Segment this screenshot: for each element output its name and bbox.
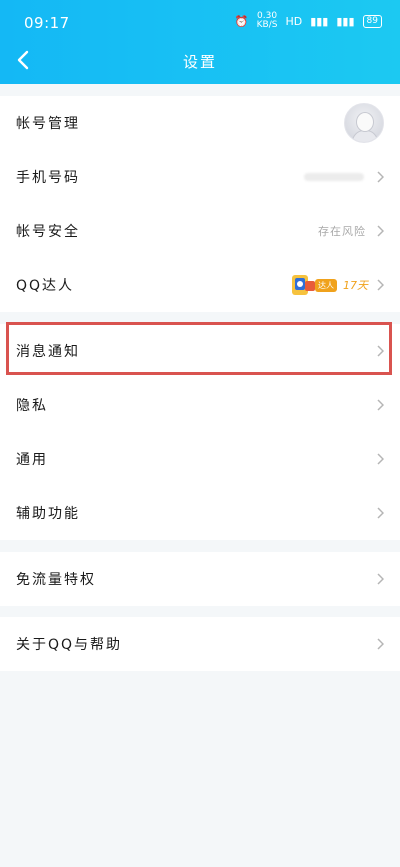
daren-days: 17天: [343, 279, 368, 292]
signal-icon-2: ▮▮▮: [336, 14, 355, 28]
chevron-right-icon: [377, 453, 384, 465]
settings-group-general: 消息通知 隐私 通用 辅助功能: [0, 324, 400, 540]
row-account-security[interactable]: 帐号安全 存在风险: [0, 204, 400, 258]
row-qq-daren[interactable]: QQ达人 达人 17天: [0, 258, 400, 312]
settings-group-data: 免流量特权: [0, 552, 400, 606]
row-accessibility[interactable]: 辅助功能: [0, 486, 400, 540]
row-label: 消息通知: [16, 344, 80, 360]
hd-indicator: HD: [285, 14, 303, 28]
chevron-right-icon: [377, 225, 384, 237]
row-label: 关于QQ与帮助: [16, 637, 123, 653]
chevron-right-icon: [377, 638, 384, 650]
row-about-help[interactable]: 关于QQ与帮助: [0, 617, 400, 671]
chevron-right-icon: [377, 279, 384, 291]
phone-number-masked: [304, 173, 364, 181]
row-free-data-privilege[interactable]: 免流量特权: [0, 552, 400, 606]
battery-icon: 89: [362, 14, 382, 28]
nav-bar: 设置: [0, 44, 400, 84]
row-label: 手机号码: [16, 170, 80, 186]
status-bar: 09:17 ⏰ 0.30 KB/S HD ▮▮▮ ▮▮▮ 89: [0, 0, 400, 44]
avatar[interactable]: [344, 103, 384, 143]
row-label: 通用: [16, 452, 48, 468]
settings-group-account: 帐号管理 手机号码 帐号安全 存在风险 QQ达人 达人 17天: [0, 96, 400, 312]
row-phone-number[interactable]: 手机号码: [0, 150, 400, 204]
row-label: 帐号安全: [16, 224, 80, 240]
status-time: 09:17: [24, 14, 70, 32]
daren-badge: 达人 17天: [289, 273, 368, 297]
alarm-icon: ⏰: [234, 14, 249, 28]
chevron-right-icon: [377, 573, 384, 585]
row-label: QQ达人: [16, 278, 75, 294]
row-label: 免流量特权: [16, 572, 96, 588]
row-message-notification[interactable]: 消息通知: [0, 324, 400, 378]
row-general[interactable]: 通用: [0, 432, 400, 486]
app-header: 09:17 ⏰ 0.30 KB/S HD ▮▮▮ ▮▮▮ 89 设置: [0, 0, 400, 84]
signal-icon: ▮▮▮: [310, 14, 329, 28]
chevron-right-icon: [377, 399, 384, 411]
status-icons: ⏰ 0.30 KB/S HD ▮▮▮ ▮▮▮ 89: [235, 12, 382, 30]
chevron-right-icon: [377, 345, 384, 357]
chevron-right-icon: [377, 171, 384, 183]
row-label: 帐号管理: [16, 116, 80, 132]
daren-medal-icon: [292, 275, 315, 295]
chevron-right-icon: [377, 507, 384, 519]
settings-group-about: 关于QQ与帮助: [0, 617, 400, 671]
network-speed: 0.30 KB/S: [257, 12, 278, 30]
page-title: 设置: [182, 53, 217, 71]
row-privacy[interactable]: 隐私: [0, 378, 400, 432]
row-label: 隐私: [16, 398, 48, 414]
row-account-management[interactable]: 帐号管理: [0, 96, 400, 150]
security-status: 存在风险: [318, 225, 366, 238]
network-speed-unit: KB/S: [256, 20, 278, 30]
row-label: 辅助功能: [16, 506, 80, 522]
